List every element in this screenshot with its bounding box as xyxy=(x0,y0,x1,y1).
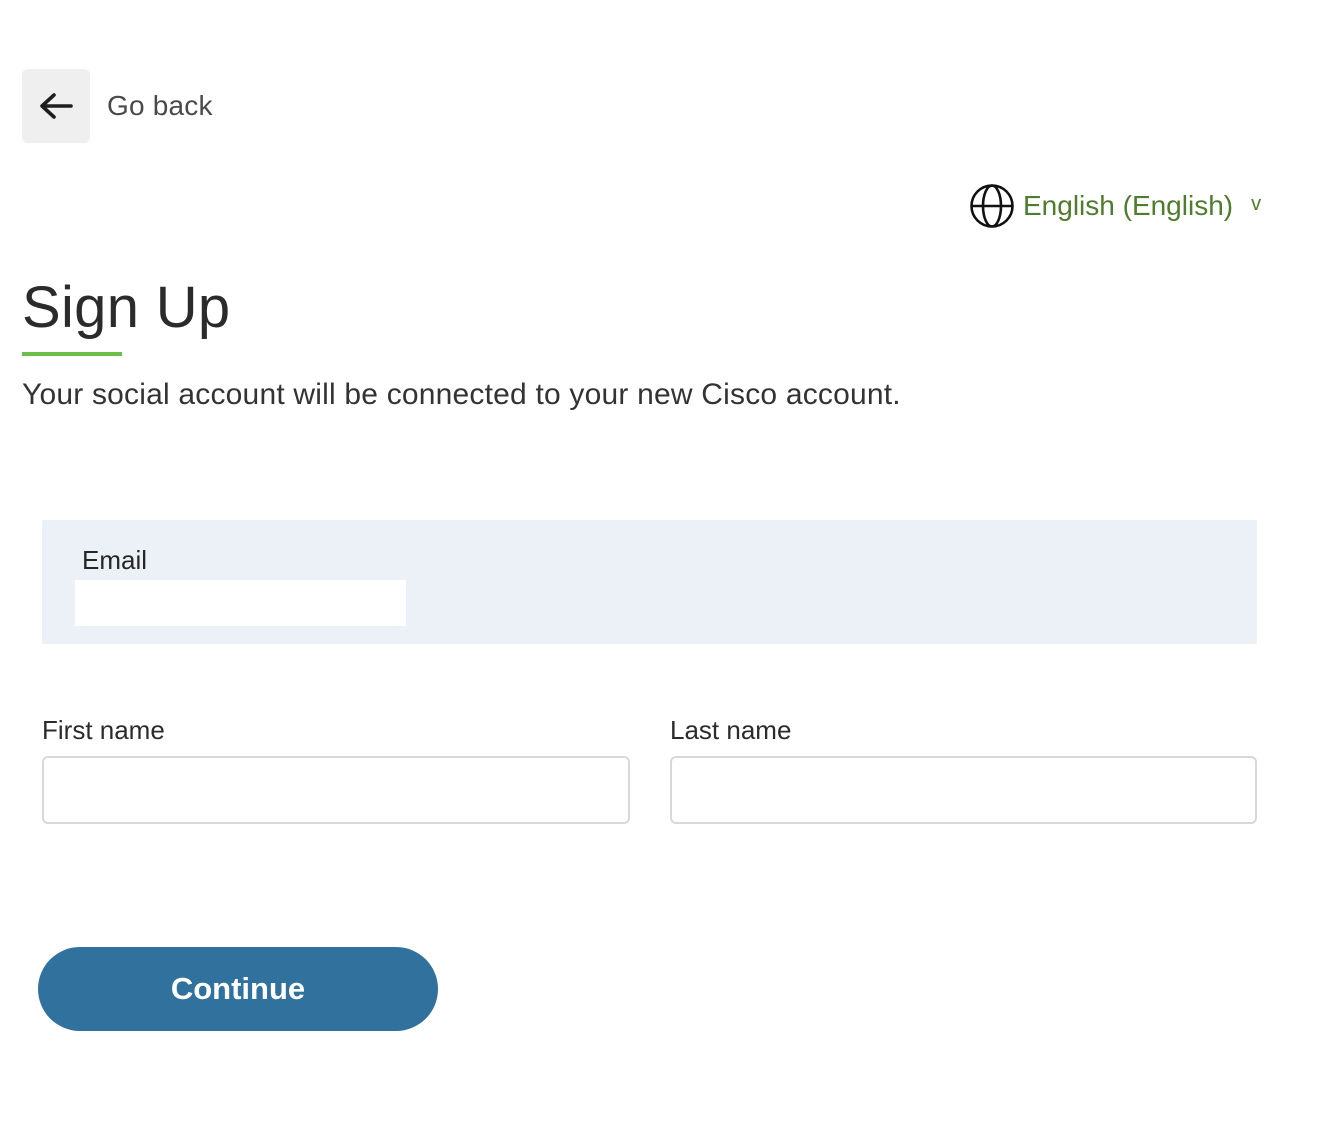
email-field[interactable] xyxy=(75,580,406,626)
language-selector[interactable]: English (English) v xyxy=(969,183,1261,229)
language-selected-label[interactable]: English (English) xyxy=(1023,190,1233,222)
email-label: Email xyxy=(82,545,148,575)
page-subtitle: Your social account will be connected to… xyxy=(22,378,901,411)
globe-icon xyxy=(970,184,1014,228)
go-back-link[interactable]: Go back xyxy=(22,69,213,143)
last-name-label: Last name xyxy=(670,715,792,745)
continue-button[interactable]: Continue xyxy=(38,947,438,1031)
chevron-down-icon[interactable]: v xyxy=(1251,193,1261,216)
signup-page: Go back English (English) v Sign Up Your… xyxy=(0,0,1340,1122)
arrow-left-icon xyxy=(40,93,73,119)
back-button[interactable] xyxy=(22,69,90,143)
title-underline xyxy=(22,352,122,356)
page-title: Sign Up xyxy=(22,275,231,340)
email-panel: Email xyxy=(42,520,1257,644)
go-back-label[interactable]: Go back xyxy=(107,90,213,122)
first-name-field[interactable] xyxy=(42,756,630,824)
last-name-field[interactable] xyxy=(670,756,1257,824)
first-name-label: First name xyxy=(42,715,165,745)
